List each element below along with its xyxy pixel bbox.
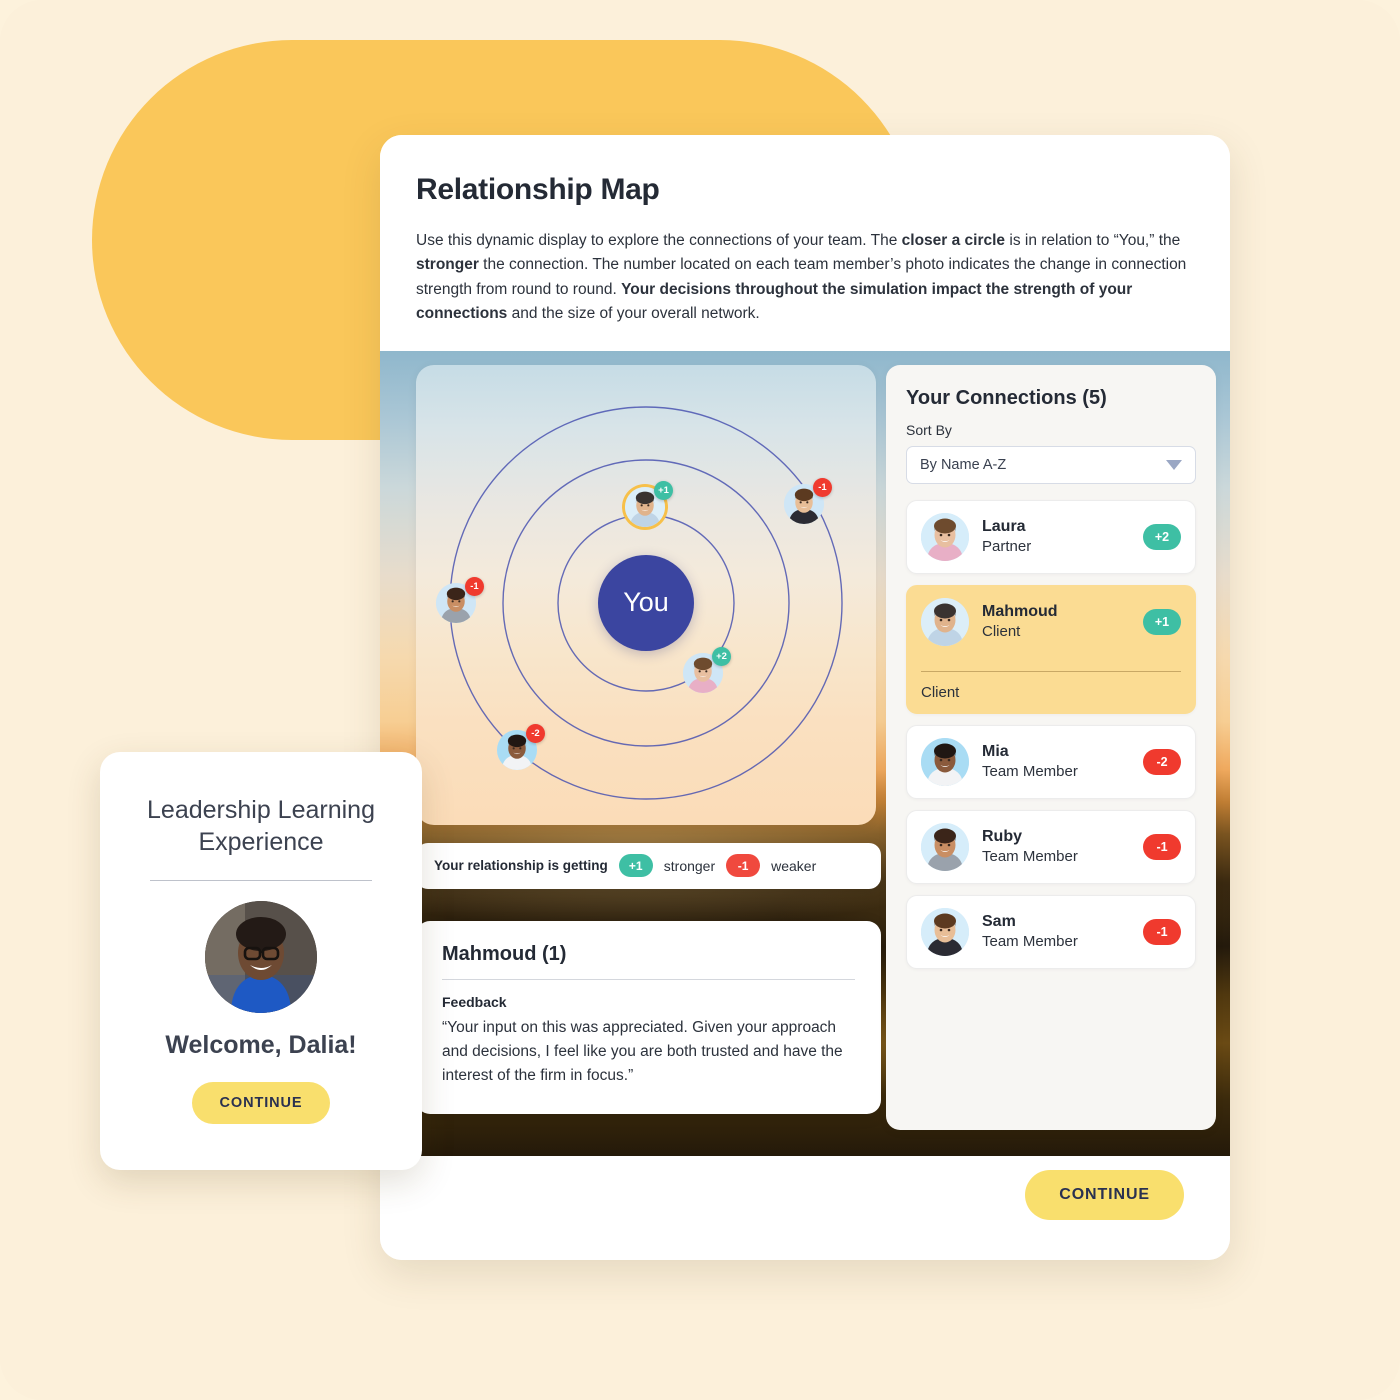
connection-name: Ruby bbox=[982, 828, 1022, 846]
avatar bbox=[921, 822, 969, 871]
connection-card-sam[interactable]: Sam Team Member -1 bbox=[906, 894, 1196, 969]
feedback-card: Mahmoud (1) Feedback “Your input on this… bbox=[416, 920, 881, 1114]
connection-name: Mia bbox=[982, 743, 1009, 761]
status-badge: -2 bbox=[526, 723, 545, 743]
connection-card-mia[interactable]: Mia Team Member -2 bbox=[906, 724, 1196, 799]
map-node-mahmoud[interactable]: +1 bbox=[625, 480, 673, 527]
status-badge: +1 bbox=[1143, 608, 1181, 635]
relationship-map-canvas[interactable]: You +1 -1 +2 -1 -2 bbox=[416, 364, 876, 825]
page-background: Relationship Map Use this dynamic displa… bbox=[0, 0, 1400, 1400]
status-badge: -1 bbox=[813, 477, 832, 497]
status-badge: +2 bbox=[1143, 523, 1181, 550]
connection-card-mahmoud[interactable]: Mahmoud Client +1 Client bbox=[906, 584, 1196, 714]
connection-meta: Laura Partner bbox=[982, 517, 1130, 557]
connection-name: Mahmoud bbox=[982, 603, 1058, 621]
connection-role: Team Member bbox=[982, 933, 1078, 951]
sort-by-value: By Name A-Z bbox=[920, 456, 1007, 473]
page-title: Relationship Map bbox=[416, 173, 660, 206]
welcome-divider bbox=[150, 880, 372, 881]
legend-positive-word: stronger bbox=[663, 857, 716, 874]
legend-negative-word: weaker bbox=[771, 857, 817, 874]
connection-role: Team Member bbox=[982, 848, 1078, 866]
avatar bbox=[205, 901, 317, 1013]
relationship-map-window: Relationship Map Use this dynamic displa… bbox=[380, 135, 1230, 1260]
continue-button[interactable]: CONTINUE bbox=[1025, 1170, 1184, 1220]
feedback-divider bbox=[442, 978, 855, 980]
status-badge: +2 bbox=[712, 646, 731, 666]
map-node-ruby[interactable]: -1 bbox=[436, 576, 484, 623]
map-node-mia[interactable]: -2 bbox=[497, 723, 545, 770]
feedback-heading: Feedback bbox=[442, 993, 507, 1010]
status-badge: -1 bbox=[465, 576, 484, 596]
sort-by-label: Sort By bbox=[906, 421, 952, 438]
sort-by-select[interactable]: By Name A-Z bbox=[906, 445, 1196, 484]
feedback-person-name: Mahmoud (1) bbox=[442, 942, 567, 965]
avatar bbox=[921, 597, 969, 646]
legend-bar: Your relationship is getting +1 stronger… bbox=[416, 842, 881, 889]
connection-role: Team Member bbox=[982, 763, 1078, 781]
welcome-card: Leadership Learning Experience Welcome, … bbox=[100, 752, 422, 1170]
connection-meta: Ruby Team Member bbox=[982, 827, 1130, 867]
connection-name: Sam bbox=[982, 913, 1016, 931]
connection-meta: Mahmoud Client bbox=[982, 602, 1130, 642]
avatar bbox=[921, 512, 969, 561]
card-body: You +1 -1 +2 -1 -2 Your relationship is gett… bbox=[380, 350, 1230, 1260]
connection-role: Client bbox=[982, 623, 1021, 641]
card-header: Relationship Map Use this dynamic displa… bbox=[380, 135, 1230, 351]
map-node-sam[interactable]: -1 bbox=[784, 477, 832, 524]
connection-meta: Sam Team Member bbox=[982, 912, 1130, 952]
connections-panel: Your Connections (5) Sort By By Name A-Z… bbox=[886, 364, 1216, 1130]
connections-title: Your Connections (5) bbox=[906, 386, 1107, 409]
page-description: Use this dynamic display to explore the … bbox=[416, 232, 1187, 323]
status-badge: -1 bbox=[1143, 918, 1181, 945]
connection-card-ruby[interactable]: Ruby Team Member -1 bbox=[906, 809, 1196, 884]
feedback-text: “Your input on this was appreciated. Giv… bbox=[442, 1018, 843, 1084]
chevron-down-icon bbox=[1166, 459, 1182, 470]
status-badge: +1 bbox=[654, 480, 673, 500]
legend-label: Your relationship is getting bbox=[434, 858, 608, 874]
connections-list: Laura Partner +2 Mahmoud Client +1 Client Mia Te… bbox=[906, 499, 1196, 969]
avatar bbox=[921, 737, 969, 786]
you-node[interactable]: You bbox=[598, 554, 694, 651]
connection-name: Laura bbox=[982, 518, 1026, 536]
map-node-laura[interactable]: +2 bbox=[683, 646, 731, 693]
welcome-greeting: Welcome, Dalia! bbox=[165, 1031, 357, 1059]
connection-detail: Client bbox=[921, 670, 1181, 701]
connection-meta: Mia Team Member bbox=[982, 742, 1130, 782]
connection-role: Partner bbox=[982, 538, 1032, 556]
legend-negative-badge: -1 bbox=[726, 854, 761, 878]
status-badge: -2 bbox=[1143, 748, 1181, 775]
connection-card-laura[interactable]: Laura Partner +2 bbox=[906, 499, 1196, 574]
welcome-title: Leadership Learning Experience bbox=[147, 796, 375, 856]
legend-positive-badge: +1 bbox=[618, 854, 653, 878]
welcome-continue-button[interactable]: CONTINUE bbox=[191, 1082, 331, 1124]
avatar bbox=[921, 907, 969, 956]
status-badge: -1 bbox=[1143, 833, 1181, 860]
